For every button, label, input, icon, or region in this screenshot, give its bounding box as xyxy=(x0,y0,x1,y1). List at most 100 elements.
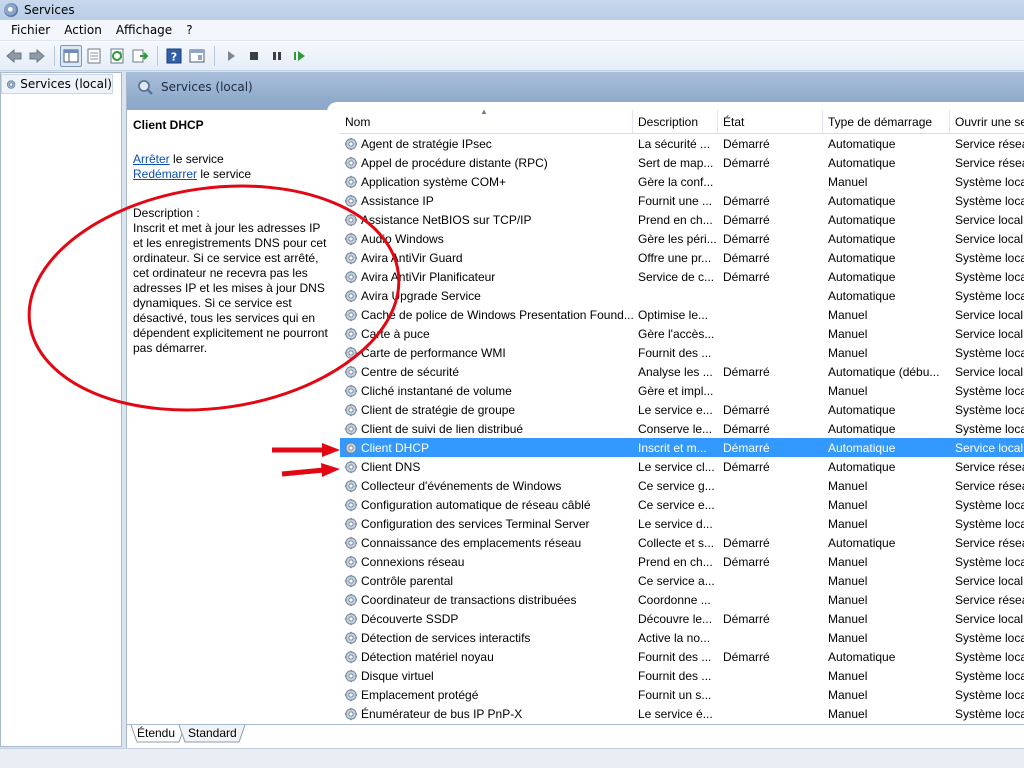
help-icon[interactable]: ? xyxy=(163,45,185,67)
properties-icon[interactable] xyxy=(83,45,105,67)
cell-startup-type: Manuel xyxy=(828,668,868,683)
tree-item-services-local[interactable]: Services (local) xyxy=(1,74,113,94)
export-list-icon[interactable] xyxy=(129,45,151,67)
cell-startup-type: Automatique xyxy=(828,231,896,246)
cell-description: Fournit des ... xyxy=(638,668,712,683)
service-name: Centre de sécurité xyxy=(361,364,460,379)
cell-logon: Service réseau xyxy=(955,459,1024,474)
column-header-name[interactable]: ▲ Nom xyxy=(340,110,633,134)
table-row[interactable]: Assistance IP Fournit une ... Démarré Autom… xyxy=(340,191,1024,210)
table-row[interactable]: Configuration automatique de réseau câbl… xyxy=(340,495,1024,514)
cell-name: Énumérateur de bus IP PnP-X xyxy=(340,707,633,721)
service-gear-icon xyxy=(344,479,358,493)
column-header-logon[interactable]: Ouvrir une se xyxy=(950,110,1024,134)
table-row[interactable]: Avira AntiVir Planificateur Service de c.… xyxy=(340,267,1024,286)
table-row[interactable]: Client de suivi de lien distribué Conserv… xyxy=(340,419,1024,438)
restart-service-link[interactable]: Redémarrer xyxy=(133,167,197,181)
service-name: Carte de performance WMI xyxy=(361,345,506,360)
back-arrow-icon[interactable] xyxy=(3,45,25,67)
pause-service-icon[interactable] xyxy=(266,45,288,67)
column-header-startup-type[interactable]: Type de démarrage xyxy=(823,110,950,134)
cell-state: Démarré xyxy=(723,459,770,474)
service-gear-icon xyxy=(344,422,358,436)
cell-startup-type: Automatique xyxy=(828,193,896,208)
table-row[interactable]: Détection de services interactifs Active … xyxy=(340,628,1024,647)
cell-description: Le service d... xyxy=(638,516,713,531)
cell-description: Fournit une ... xyxy=(638,193,713,208)
menu-view[interactable]: Affichage xyxy=(109,20,179,41)
tab-standard[interactable]: Standard xyxy=(188,726,237,740)
cell-name: Configuration automatique de réseau câbl… xyxy=(340,498,633,512)
cell-logon: Service local xyxy=(955,440,1024,455)
column-header-description[interactable]: Description xyxy=(633,110,718,134)
restart-service-icon[interactable] xyxy=(289,45,311,67)
menu-help[interactable]: ? xyxy=(179,20,199,41)
table-row[interactable]: Avira AntiVir Guard Offre une pr... Démarr… xyxy=(340,248,1024,267)
services-list: ▲ Nom Description État Type de démarrage… xyxy=(340,110,1024,724)
table-row[interactable]: Carte à puce Gère l'accès... Manuel Service… xyxy=(340,324,1024,343)
service-name: Client de suivi de lien distribué xyxy=(361,421,524,436)
table-row[interactable]: Avira Upgrade Service Automatique Système … xyxy=(340,286,1024,305)
cell-name: Appel de procédure distante (RPC) xyxy=(340,156,633,170)
service-gear-icon xyxy=(344,498,358,512)
stop-service-icon[interactable] xyxy=(243,45,265,67)
cell-startup-type: Manuel xyxy=(828,706,868,721)
service-name: Disque virtuel xyxy=(361,668,434,683)
cell-logon: Système local xyxy=(955,345,1024,360)
cell-name: Avira AntiVir Guard xyxy=(340,251,633,265)
table-row[interactable]: Client DHCP Inscrit et m... Démarré Automat… xyxy=(340,438,1024,457)
table-row[interactable]: Disque virtuel Fournit des ... Manuel Systè… xyxy=(340,666,1024,685)
cell-name: Carte de performance WMI xyxy=(340,346,633,360)
table-row[interactable]: Connaissance des emplacements réseau Coll… xyxy=(340,533,1024,552)
column-label: Type de démarrage xyxy=(828,115,933,129)
table-row[interactable]: Centre de sécurité Analyse les ... Démarré… xyxy=(340,362,1024,381)
table-row[interactable]: Détection matériel noyau Fournit des ... D… xyxy=(340,647,1024,666)
service-gear-icon xyxy=(344,251,358,265)
service-name: Configuration automatique de réseau câbl… xyxy=(361,497,591,512)
mmc-view-icon[interactable] xyxy=(186,45,208,67)
table-row[interactable]: Découverte SSDP Découvre le... Démarré Manu… xyxy=(340,609,1024,628)
menu-file[interactable]: Fichier xyxy=(4,20,57,41)
table-row[interactable]: Cliché instantané de volume Gère et impl.… xyxy=(340,381,1024,400)
table-row[interactable]: Cache de police de Windows Presentation … xyxy=(340,305,1024,324)
table-row[interactable]: Agent de stratégie IPsec La sécurité ... D… xyxy=(340,134,1024,153)
start-service-icon[interactable] xyxy=(220,45,242,67)
table-row[interactable]: Application système COM+ Gère la conf... M… xyxy=(340,172,1024,191)
menu-action[interactable]: Action xyxy=(57,20,109,41)
tab-extended[interactable]: Étendu xyxy=(137,726,175,740)
stop-suffix: le service xyxy=(169,152,224,166)
service-gear-icon xyxy=(344,270,358,284)
service-name: Cache de police de Windows Presentation … xyxy=(361,307,633,322)
table-row[interactable]: Emplacement protégé Fournit un s... Manuel… xyxy=(340,685,1024,704)
cell-startup-type: Manuel xyxy=(828,554,868,569)
cell-state: Démarré xyxy=(723,193,770,208)
table-row[interactable]: Client de stratégie de groupe Le service … xyxy=(340,400,1024,419)
table-row[interactable]: Collecteur d'événements de Windows Ce ser… xyxy=(340,476,1024,495)
table-row[interactable]: Carte de performance WMI Fournit des ... M… xyxy=(340,343,1024,362)
service-gear-icon xyxy=(344,194,358,208)
column-label: Ouvrir une se xyxy=(955,115,1024,129)
restart-suffix: le service xyxy=(197,167,252,181)
table-row[interactable]: Configuration des services Terminal Serv… xyxy=(340,514,1024,533)
service-name: Agent de stratégie IPsec xyxy=(361,136,492,151)
cell-name: Disque virtuel xyxy=(340,669,633,683)
table-row[interactable]: Audio Windows Gère les péri... Démarré Auto… xyxy=(340,229,1024,248)
column-header-state[interactable]: État xyxy=(718,110,823,134)
table-row[interactable]: Client DNS Le service cl... Démarré Automat… xyxy=(340,457,1024,476)
cell-name: Agent de stratégie IPsec xyxy=(340,137,633,151)
refresh-icon[interactable] xyxy=(106,45,128,67)
cell-logon: Système local xyxy=(955,174,1024,189)
description-text: Inscrit et met à jour les adresses IP et… xyxy=(133,221,328,355)
console-tree-icon[interactable] xyxy=(60,44,82,67)
table-row[interactable]: Énumérateur de bus IP PnP-X Le service é.… xyxy=(340,704,1024,723)
table-row[interactable]: Assistance NetBIOS sur TCP/IP Prend en ch… xyxy=(340,210,1024,229)
table-row[interactable]: Appel de procédure distante (RPC) Sert de… xyxy=(340,153,1024,172)
table-row[interactable]: Contrôle parental Ce service a... Manuel Se… xyxy=(340,571,1024,590)
table-row[interactable]: Connexions réseau Prend en ch... Démarré Ma… xyxy=(340,552,1024,571)
service-name: Appel de procédure distante (RPC) xyxy=(361,155,548,170)
cell-description: Collecte et s... xyxy=(638,535,715,550)
stop-service-link[interactable]: Arrêter xyxy=(133,152,170,166)
table-row[interactable]: Coordinateur de transactions distribuées… xyxy=(340,590,1024,609)
forward-arrow-icon[interactable] xyxy=(26,45,48,67)
service-gear-icon xyxy=(344,517,358,531)
